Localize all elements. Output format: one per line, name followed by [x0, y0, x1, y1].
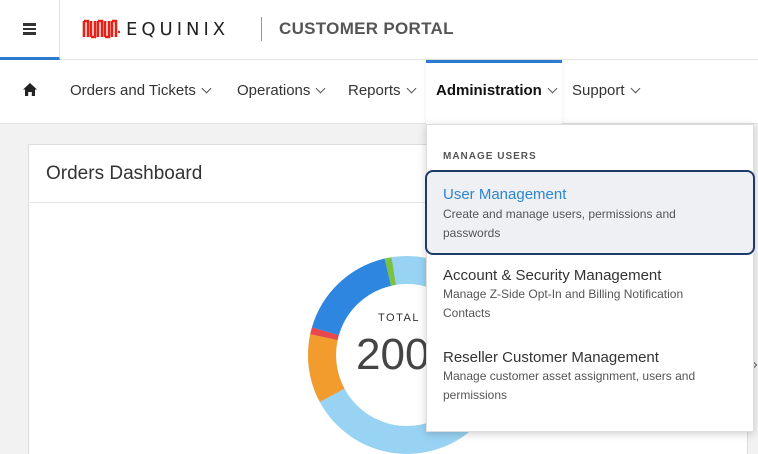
- chevron-down-icon: [547, 83, 558, 94]
- main-nav: Orders and Tickets Operations Reports Ad…: [0, 60, 758, 124]
- nav-orders-and-tickets[interactable]: Orders and Tickets: [70, 82, 212, 99]
- logo-wordmark: EQUINIX: [126, 18, 230, 40]
- top-header: EQUINIX CUSTOMER PORTAL: [0, 0, 758, 60]
- nav-orders-and-tickets-label: Orders and Tickets: [70, 82, 196, 99]
- nav-support[interactable]: Support: [572, 82, 640, 99]
- nav-reports[interactable]: Reports: [348, 82, 416, 99]
- menu-item-description: Manage Z-Side Opt-In and Billing Notific…: [443, 287, 684, 320]
- home-icon[interactable]: [22, 82, 38, 98]
- equinix-logo-mark-icon: [82, 19, 120, 39]
- card-title: Orders Dashboard: [46, 163, 203, 184]
- menu-item-reseller-customer-management[interactable]: Reseller Customer Management Manage cust…: [427, 341, 753, 411]
- chevron-down-icon: [630, 83, 640, 94]
- nav-operations-label: Operations: [237, 82, 311, 99]
- total-label: TOTAL: [378, 312, 420, 324]
- menu-item-account-security-management[interactable]: Account & Security Management Manage Z-S…: [427, 259, 753, 329]
- menu-item-description: Create and manage users, permissions and…: [443, 207, 676, 240]
- total-value: 200: [356, 330, 430, 379]
- header-divider: [261, 17, 262, 41]
- equinix-logo[interactable]: EQUINIX: [82, 16, 229, 42]
- menu-item-title: Reseller Customer Management: [443, 349, 659, 366]
- chevron-down-icon: [315, 83, 326, 94]
- nav-support-label: Support: [572, 82, 625, 99]
- menu-item-title: Account & Security Management: [443, 267, 662, 284]
- nav-reports-label: Reports: [348, 82, 401, 99]
- nav-operations[interactable]: Operations: [237, 82, 326, 99]
- hamburger-icon[interactable]: [0, 0, 60, 60]
- chevron-down-icon: [201, 83, 212, 94]
- dropdown-heading: MANAGE USERS: [443, 151, 537, 162]
- nav-administration-label: Administration: [436, 82, 542, 99]
- chevron-down-icon: [406, 83, 416, 94]
- portal-title: CUSTOMER PORTAL: [279, 19, 454, 38]
- administration-dropdown: MANAGE USERS User Management Create and …: [425, 124, 755, 432]
- menu-item-description: Manage customer asset assignment, users …: [443, 369, 696, 402]
- menu-item-title: User Management: [443, 186, 567, 203]
- menu-item-user-management[interactable]: User Management Create and manage users,…: [425, 170, 755, 255]
- nav-administration[interactable]: Administration: [436, 82, 558, 99]
